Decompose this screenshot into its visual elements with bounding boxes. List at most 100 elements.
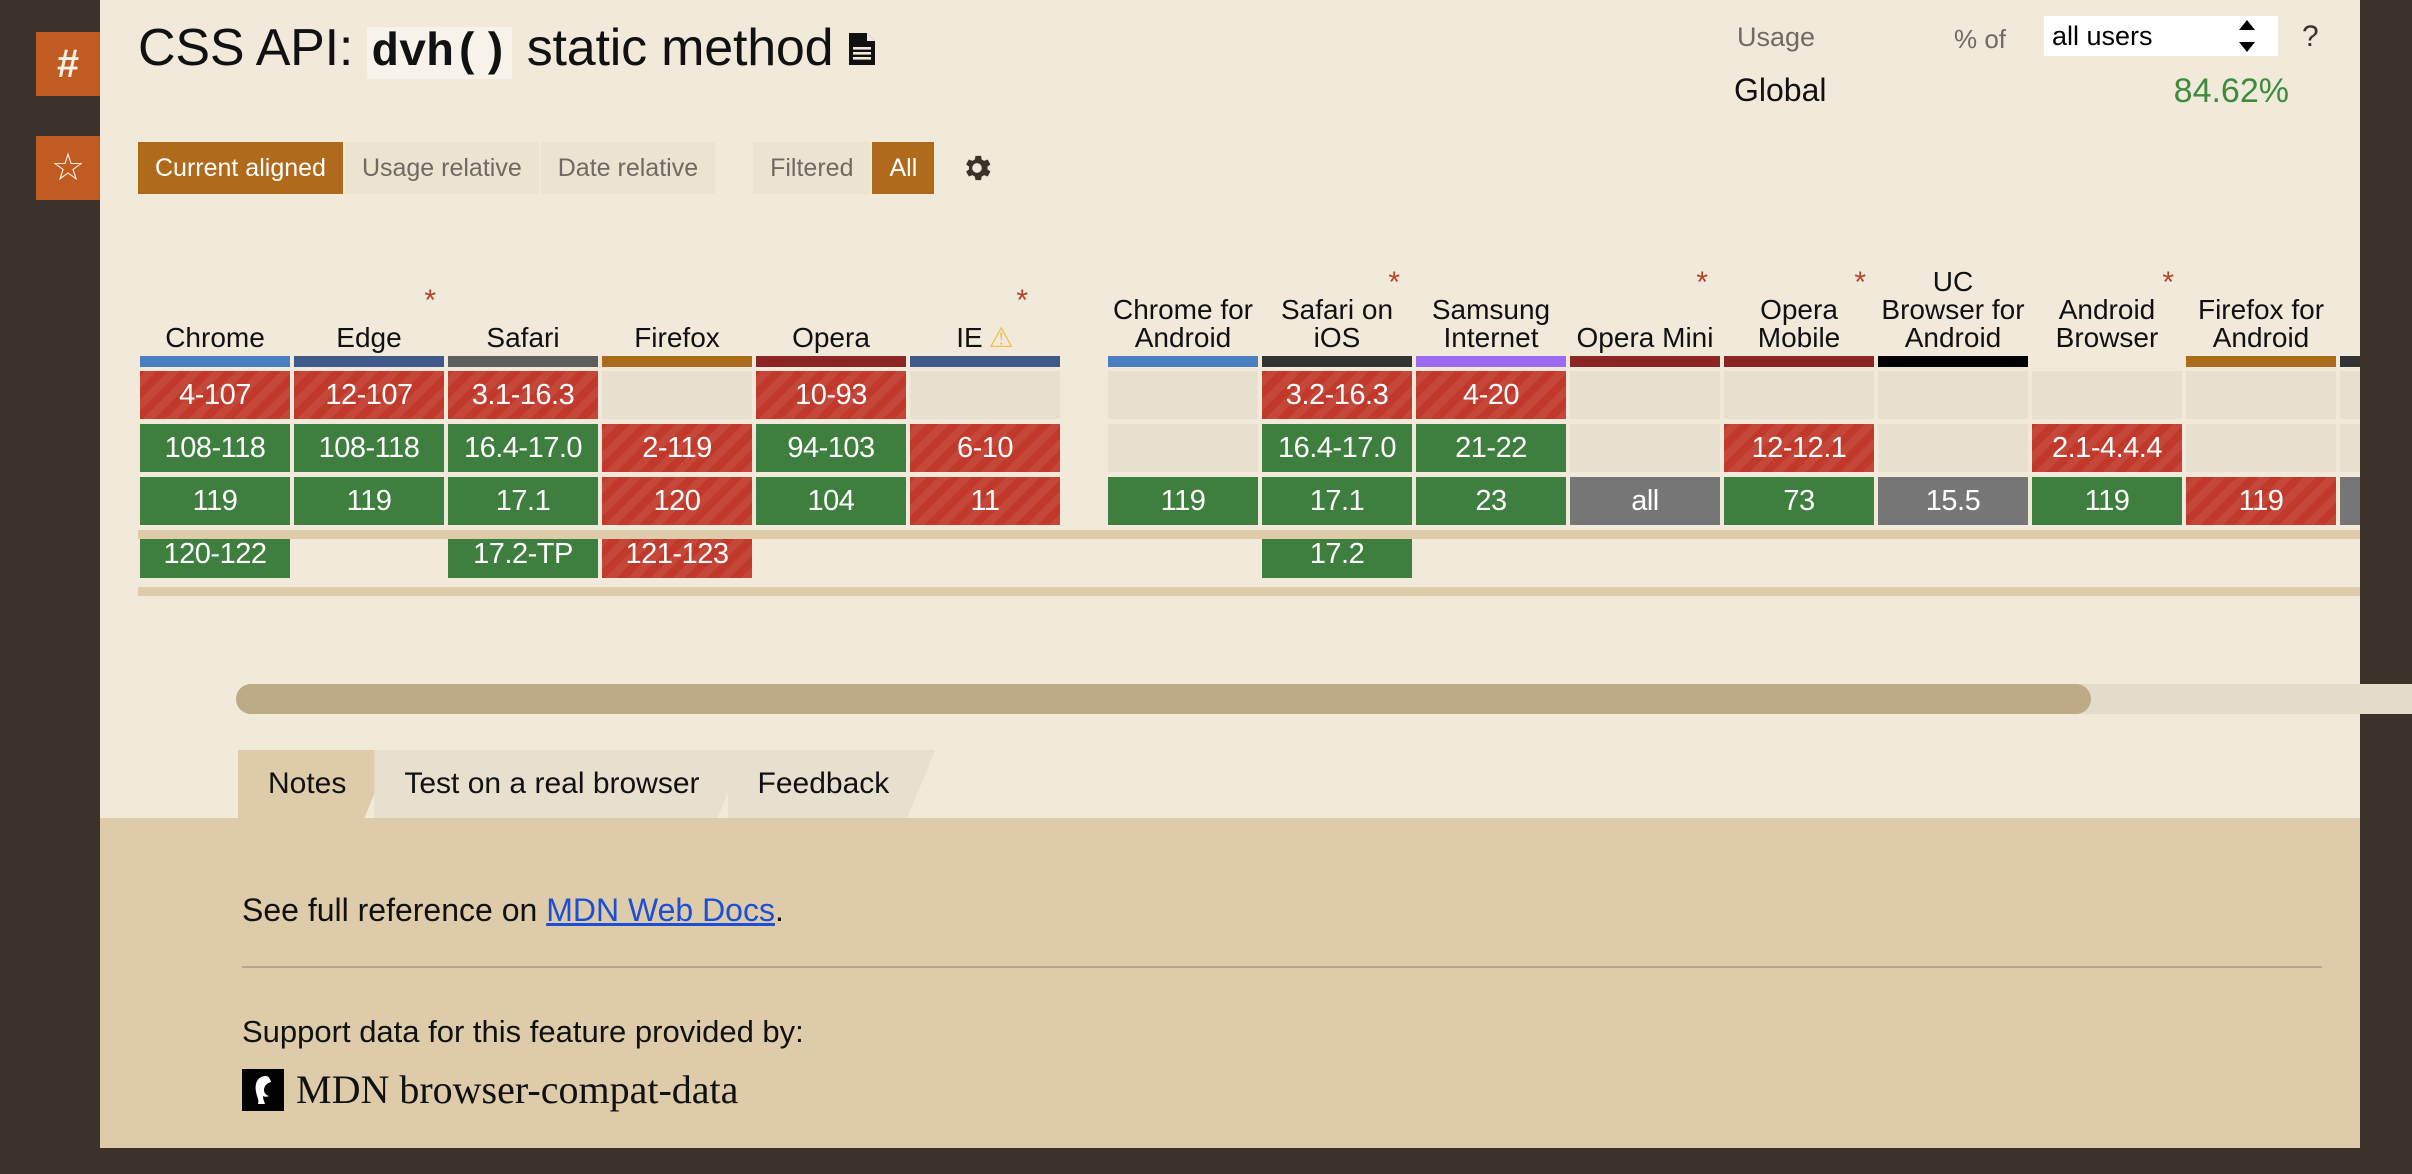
- version-cell[interactable]: 121-123: [602, 530, 752, 578]
- browser-header: Safari: [446, 208, 600, 356]
- version-cell: [756, 530, 906, 578]
- version-cell[interactable]: 12-12.1: [1724, 424, 1874, 472]
- browser-color-bar: [2340, 356, 2360, 367]
- version-cell[interactable]: [602, 371, 752, 419]
- version-cell: [2186, 530, 2336, 578]
- version-cell[interactable]: [2340, 371, 2360, 419]
- version-cell[interactable]: [910, 371, 1060, 419]
- version-cell[interactable]: [2186, 371, 2336, 419]
- tab-feedback[interactable]: Feedback: [728, 750, 936, 818]
- version-cells: 15.5: [1876, 367, 2030, 578]
- browser-name: Chrome for Android: [1107, 296, 1259, 352]
- usage-scope-select[interactable]: all userstracked desktop browsers: [2044, 16, 2278, 56]
- version-cell: [1108, 530, 1258, 578]
- browser-header: Chrome for Android: [1106, 208, 1260, 356]
- version-cell[interactable]: [1570, 371, 1720, 419]
- version-cell[interactable]: 2.1-4.4.4: [2032, 424, 2182, 472]
- version-cell[interactable]: [1108, 371, 1258, 419]
- note-asterisk: *: [1388, 268, 1400, 298]
- tab-notes[interactable]: Notes: [238, 750, 392, 818]
- version-cell[interactable]: 119: [2032, 477, 2182, 525]
- browser-column: Firefox for Android119: [2184, 208, 2338, 668]
- version-cell[interactable]: 17.1: [1262, 477, 1412, 525]
- document-icon[interactable]: [849, 33, 875, 65]
- browser-column: [2338, 208, 2360, 668]
- browser-color-bar: [2186, 356, 2336, 367]
- version-cell[interactable]: 104: [756, 477, 906, 525]
- version-cell[interactable]: 3.2-16.3: [1262, 371, 1412, 419]
- hash-icon: #: [57, 44, 79, 84]
- note-asterisk: *: [1016, 286, 1028, 316]
- version-cell[interactable]: [1108, 424, 1258, 472]
- version-cell[interactable]: 119: [294, 477, 444, 525]
- version-cell[interactable]: 94-103: [756, 424, 906, 472]
- star-icon: ☆: [51, 149, 85, 187]
- version-cell[interactable]: 15.5: [1878, 477, 2028, 525]
- version-cell[interactable]: 73: [1724, 477, 1874, 525]
- gear-icon[interactable]: [960, 151, 994, 185]
- view-mode-usage-relative[interactable]: Usage relative: [345, 142, 541, 194]
- version-cell[interactable]: 120-122: [140, 530, 290, 578]
- version-cell[interactable]: 2-119: [602, 424, 752, 472]
- version-cell[interactable]: 23: [1416, 477, 1566, 525]
- warning-icon: ⚠: [989, 322, 1014, 353]
- browser-column: Edge*12-107108-118119: [292, 208, 446, 668]
- version-cells: 4-107 108-118 119 120-122: [138, 367, 292, 578]
- version-cell[interactable]: [2032, 371, 2182, 419]
- scope-filtered[interactable]: Filtered: [753, 142, 872, 194]
- version-cell[interactable]: 4-107: [140, 371, 290, 419]
- help-icon[interactable]: ?: [2302, 20, 2319, 54]
- hash-icon-button[interactable]: #: [36, 32, 100, 96]
- version-cell[interactable]: [1878, 424, 2028, 472]
- version-cell[interactable]: 4-20: [1416, 371, 1566, 419]
- version-cell[interactable]: 17.1: [448, 477, 598, 525]
- version-cells: 12-107 108-118 119: [292, 367, 446, 578]
- horizontal-scrollbar[interactable]: [236, 684, 2412, 714]
- mdn-dino-icon: [242, 1069, 284, 1111]
- mdn-web-docs-link[interactable]: MDN Web Docs: [546, 892, 775, 928]
- version-cell[interactable]: 119: [2186, 477, 2336, 525]
- version-cell[interactable]: all: [1570, 477, 1720, 525]
- browser-column: Chrome4-107108-118119120-122: [138, 208, 292, 668]
- version-cell[interactable]: [2340, 424, 2360, 472]
- version-cell[interactable]: [1878, 371, 2028, 419]
- version-cell[interactable]: [1724, 371, 1874, 419]
- version-cell: [910, 530, 1060, 578]
- version-cell[interactable]: [2340, 477, 2360, 525]
- version-cell[interactable]: [1570, 424, 1720, 472]
- version-cell[interactable]: 16.4-17.0: [448, 424, 598, 472]
- scope-all[interactable]: All: [872, 142, 934, 194]
- version-cell[interactable]: 21-22: [1416, 424, 1566, 472]
- star-icon-button[interactable]: ☆: [36, 136, 100, 200]
- version-cell[interactable]: 6-10: [910, 424, 1060, 472]
- version-cell[interactable]: 108-118: [294, 424, 444, 472]
- browser-header: IE⚠*: [908, 208, 1062, 356]
- tab-test-on-a-real-browser[interactable]: Test on a real browser: [374, 750, 745, 818]
- title-row: CSS API: dvh() static method: [138, 18, 875, 79]
- version-cell[interactable]: 11: [910, 477, 1060, 525]
- page-title-prefix: CSS API:: [138, 19, 353, 77]
- version-cell[interactable]: 3.1-16.3: [448, 371, 598, 419]
- provider-name: MDN browser-compat-data: [296, 1066, 738, 1113]
- version-cell[interactable]: 120: [602, 477, 752, 525]
- version-cell[interactable]: [2186, 424, 2336, 472]
- version-cell[interactable]: 119: [1108, 477, 1258, 525]
- version-cell[interactable]: 119: [140, 477, 290, 525]
- version-cell[interactable]: 12-107: [294, 371, 444, 419]
- browser-support-table[interactable]: Chrome4-107108-118119120-122Edge*12-1071…: [138, 208, 2360, 668]
- browser-header: Safari on iOS*: [1260, 208, 1414, 356]
- browser-color-bar: [294, 356, 444, 367]
- view-mode-current-aligned[interactable]: Current aligned: [138, 142, 345, 194]
- version-cell[interactable]: 16.4-17.0: [1262, 424, 1412, 472]
- scrollbar-thumb[interactable]: [236, 684, 2091, 714]
- view-mode-date-relative[interactable]: Date relative: [541, 142, 715, 194]
- version-cell[interactable]: 17.2: [1262, 530, 1412, 578]
- version-cell[interactable]: 10-93: [756, 371, 906, 419]
- provider-row: MDN browser-compat-data: [242, 1066, 738, 1113]
- version-cells: 4-20 21-22 23: [1414, 367, 1568, 578]
- version-cell: [2340, 530, 2360, 578]
- browser-color-bar: [448, 356, 598, 367]
- note-asterisk: *: [1854, 268, 1866, 298]
- version-cell[interactable]: 17.2-TP: [448, 530, 598, 578]
- version-cell[interactable]: 108-118: [140, 424, 290, 472]
